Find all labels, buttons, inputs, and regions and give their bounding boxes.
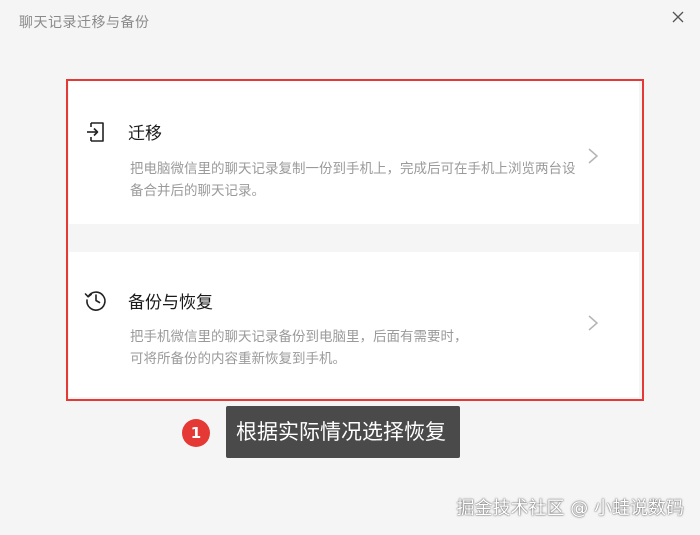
step-badge: 1 <box>182 419 210 447</box>
migrate-title: 迁移 <box>128 124 162 144</box>
backup-restore-option[interactable]: 备份与恢复 把手机微信里的聊天记录备份到电脑里，后面有需要时， 可将所备份的内容… <box>69 252 639 397</box>
options-panel: 迁移 把电脑微信里的聊天记录复制一份到手机上，完成后可在手机上浏览两台设备合并后… <box>69 81 639 397</box>
chevron-right-icon <box>588 315 599 331</box>
migrate-description: 把电脑微信里的聊天记录复制一份到手机上，完成后可在手机上浏览两台设备合并后的聊天… <box>130 161 576 199</box>
close-icon <box>672 11 684 23</box>
backup-description-line1: 把手机微信里的聊天记录备份到电脑里，后面有需要时， <box>130 329 468 345</box>
chevron-right-icon <box>588 148 599 164</box>
annotation-tooltip: 根据实际情况选择恢复 <box>226 406 460 458</box>
backup-description-line2: 可将所备份的内容重新恢复到手机。 <box>130 351 346 367</box>
backup-restore-title: 备份与恢复 <box>128 293 213 313</box>
backup-restore-description: 把手机微信里的聊天记录备份到电脑里，后面有需要时， 可将所备份的内容重新恢复到手… <box>130 326 580 370</box>
watermark: 掘金技术社区 @ 小蛙说数码 <box>456 498 684 519</box>
migrate-icon <box>87 122 104 142</box>
dialog-title: 聊天记录迁移与备份 <box>19 15 150 31</box>
history-icon <box>84 291 106 311</box>
close-button[interactable] <box>665 4 691 30</box>
migration-backup-dialog: 聊天记录迁移与备份 迁移 把电脑微信里的聊天记录复制一份到手机上，完成后可在手机… <box>0 0 700 535</box>
migrate-option[interactable]: 迁移 把电脑微信里的聊天记录复制一份到手机上，完成后可在手机上浏览两台设备合并后… <box>69 81 639 224</box>
